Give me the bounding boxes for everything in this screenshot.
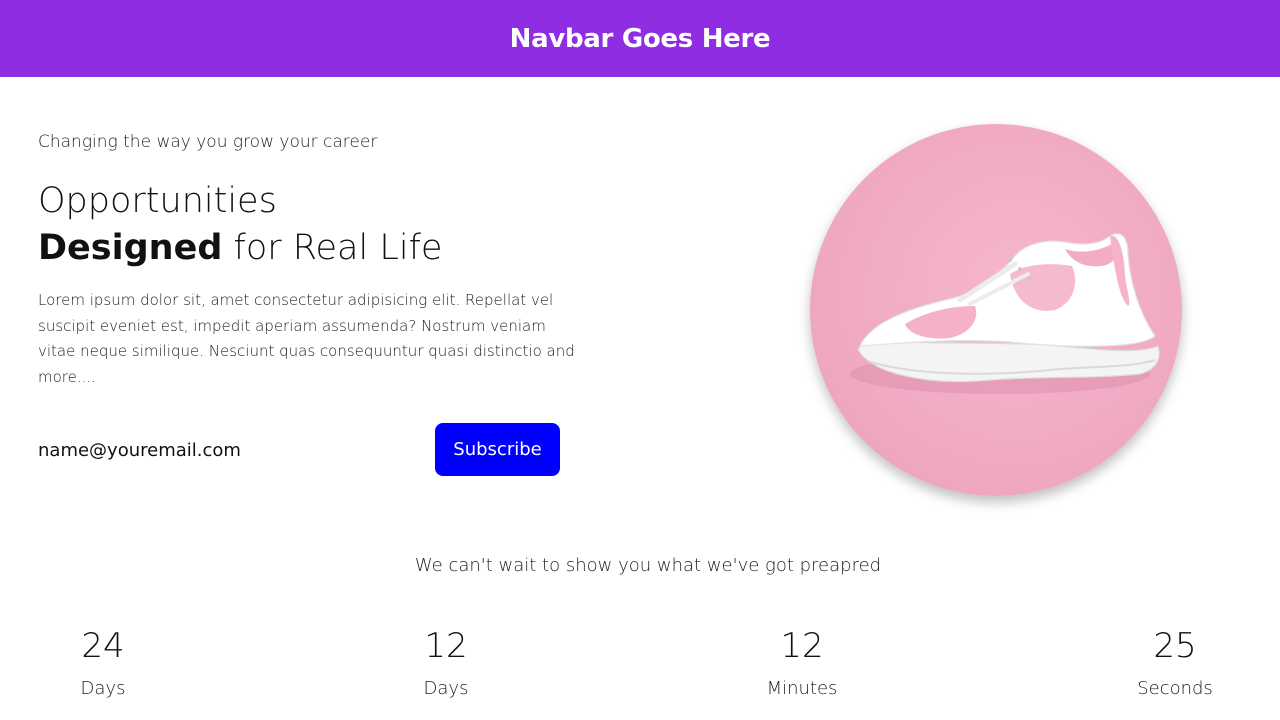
countdown-value: 25 — [1153, 626, 1197, 666]
headline-bold-word: Designed — [38, 228, 223, 268]
hero-description: Lorem ipsum dolor sit, amet consectetur … — [38, 291, 575, 386]
countdown-label: Minutes — [766, 678, 838, 699]
sneaker-image — [810, 124, 1182, 496]
countdown-item: 24 Days — [33, 624, 173, 699]
countdown-item: 12 Minutes — [732, 624, 872, 699]
countdown-message: We can't wait to show you what we've got… — [414, 555, 882, 576]
hero-tagline: Changing the way you grow your career — [38, 132, 378, 152]
countdown-label: Seconds — [1137, 678, 1213, 699]
subscribe-button[interactable]: Subscribe — [435, 423, 560, 476]
countdown-value: 24 — [81, 626, 125, 666]
sneaker-illustration — [850, 233, 1160, 394]
headline-line1: Opportunities — [38, 181, 277, 221]
countdown-value: 12 — [780, 626, 824, 666]
hero-headline: Opportunities Designed for Real Life — [38, 178, 598, 272]
countdown-label: Days — [80, 678, 126, 699]
countdown-item: 12 Days — [376, 624, 516, 699]
navbar: Navbar Goes Here — [0, 0, 1280, 77]
email-input[interactable] — [38, 432, 408, 468]
countdown-item: 25 Seconds — [1105, 624, 1245, 699]
countdown-value: 12 — [424, 626, 468, 666]
navbar-title: Navbar Goes Here — [509, 23, 771, 54]
headline-rest: for Real Life — [222, 228, 443, 268]
countdown-label: Days — [423, 678, 469, 699]
